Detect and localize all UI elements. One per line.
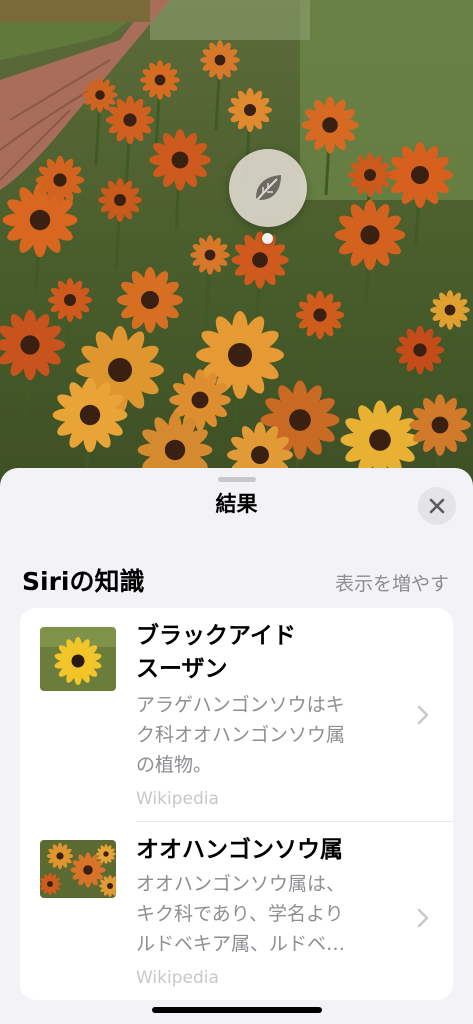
result-row-black-eyed-susan[interactable]: ブラックアイド スーザン アラゲハンゴンソウはキ ク科オオハンゴンソウ属 の植物…	[20, 608, 453, 821]
visual-lookup-button[interactable]	[229, 149, 307, 227]
result-source: Wikipedia	[136, 968, 219, 988]
close-icon	[429, 498, 445, 514]
result-text: ブラックアイド スーザン アラゲハンゴンソウはキ ク科オオハンゴンソウ属 の植物…	[136, 620, 386, 812]
visual-lookup-screen: 結果 Siriの知識 表示を増やす ブラックアイド スーザン アラゲハンゴンソウ…	[0, 0, 473, 1024]
lookup-pointer-dot	[262, 233, 273, 244]
sheet-grabber[interactable]	[218, 477, 256, 482]
close-button[interactable]	[418, 487, 456, 525]
result-title: オオハンゴンソウ属	[136, 837, 343, 863]
sheet-title: 結果	[215, 492, 258, 516]
result-source: Wikipedia	[136, 789, 219, 809]
chevron-right-icon	[417, 705, 429, 725]
chevron-right-icon	[417, 908, 429, 928]
results-card: ブラックアイド スーザン アラゲハンゴンソウはキ ク科オオハンゴンソウ属 の植物…	[20, 608, 453, 1000]
result-text: オオハンゴンソウ属 オオハンゴンソウ属は、 キク科であり、学名より ルドベキア属…	[136, 834, 386, 991]
photo-background	[0, 0, 473, 500]
result-thumbnail	[40, 627, 116, 691]
results-sheet: 結果 Siriの知識 表示を増やす ブラックアイド スーザン アラゲハンゴンソウ…	[0, 468, 473, 1024]
section-header: Siriの知識	[22, 567, 145, 596]
home-indicator[interactable]	[152, 1007, 322, 1013]
leaf-icon	[256, 175, 281, 200]
show-more-button[interactable]: 表示を増やす	[335, 569, 449, 596]
result-title: ブラックアイド スーザン	[136, 623, 296, 682]
result-description: アラゲハンゴンソウはキ ク科オオハンゴンソウ属 の植物。	[136, 694, 346, 776]
result-description: オオハンゴンソウ属は、 キク科であり、学名より ルドベキア属、ルドベ…	[136, 873, 346, 955]
result-row-rudbeckia[interactable]: オオハンゴンソウ属 オオハンゴンソウ属は、 キク科であり、学名より ルドベキア属…	[20, 821, 453, 1000]
flower-photo	[0, 0, 473, 500]
result-thumbnail	[40, 840, 116, 898]
